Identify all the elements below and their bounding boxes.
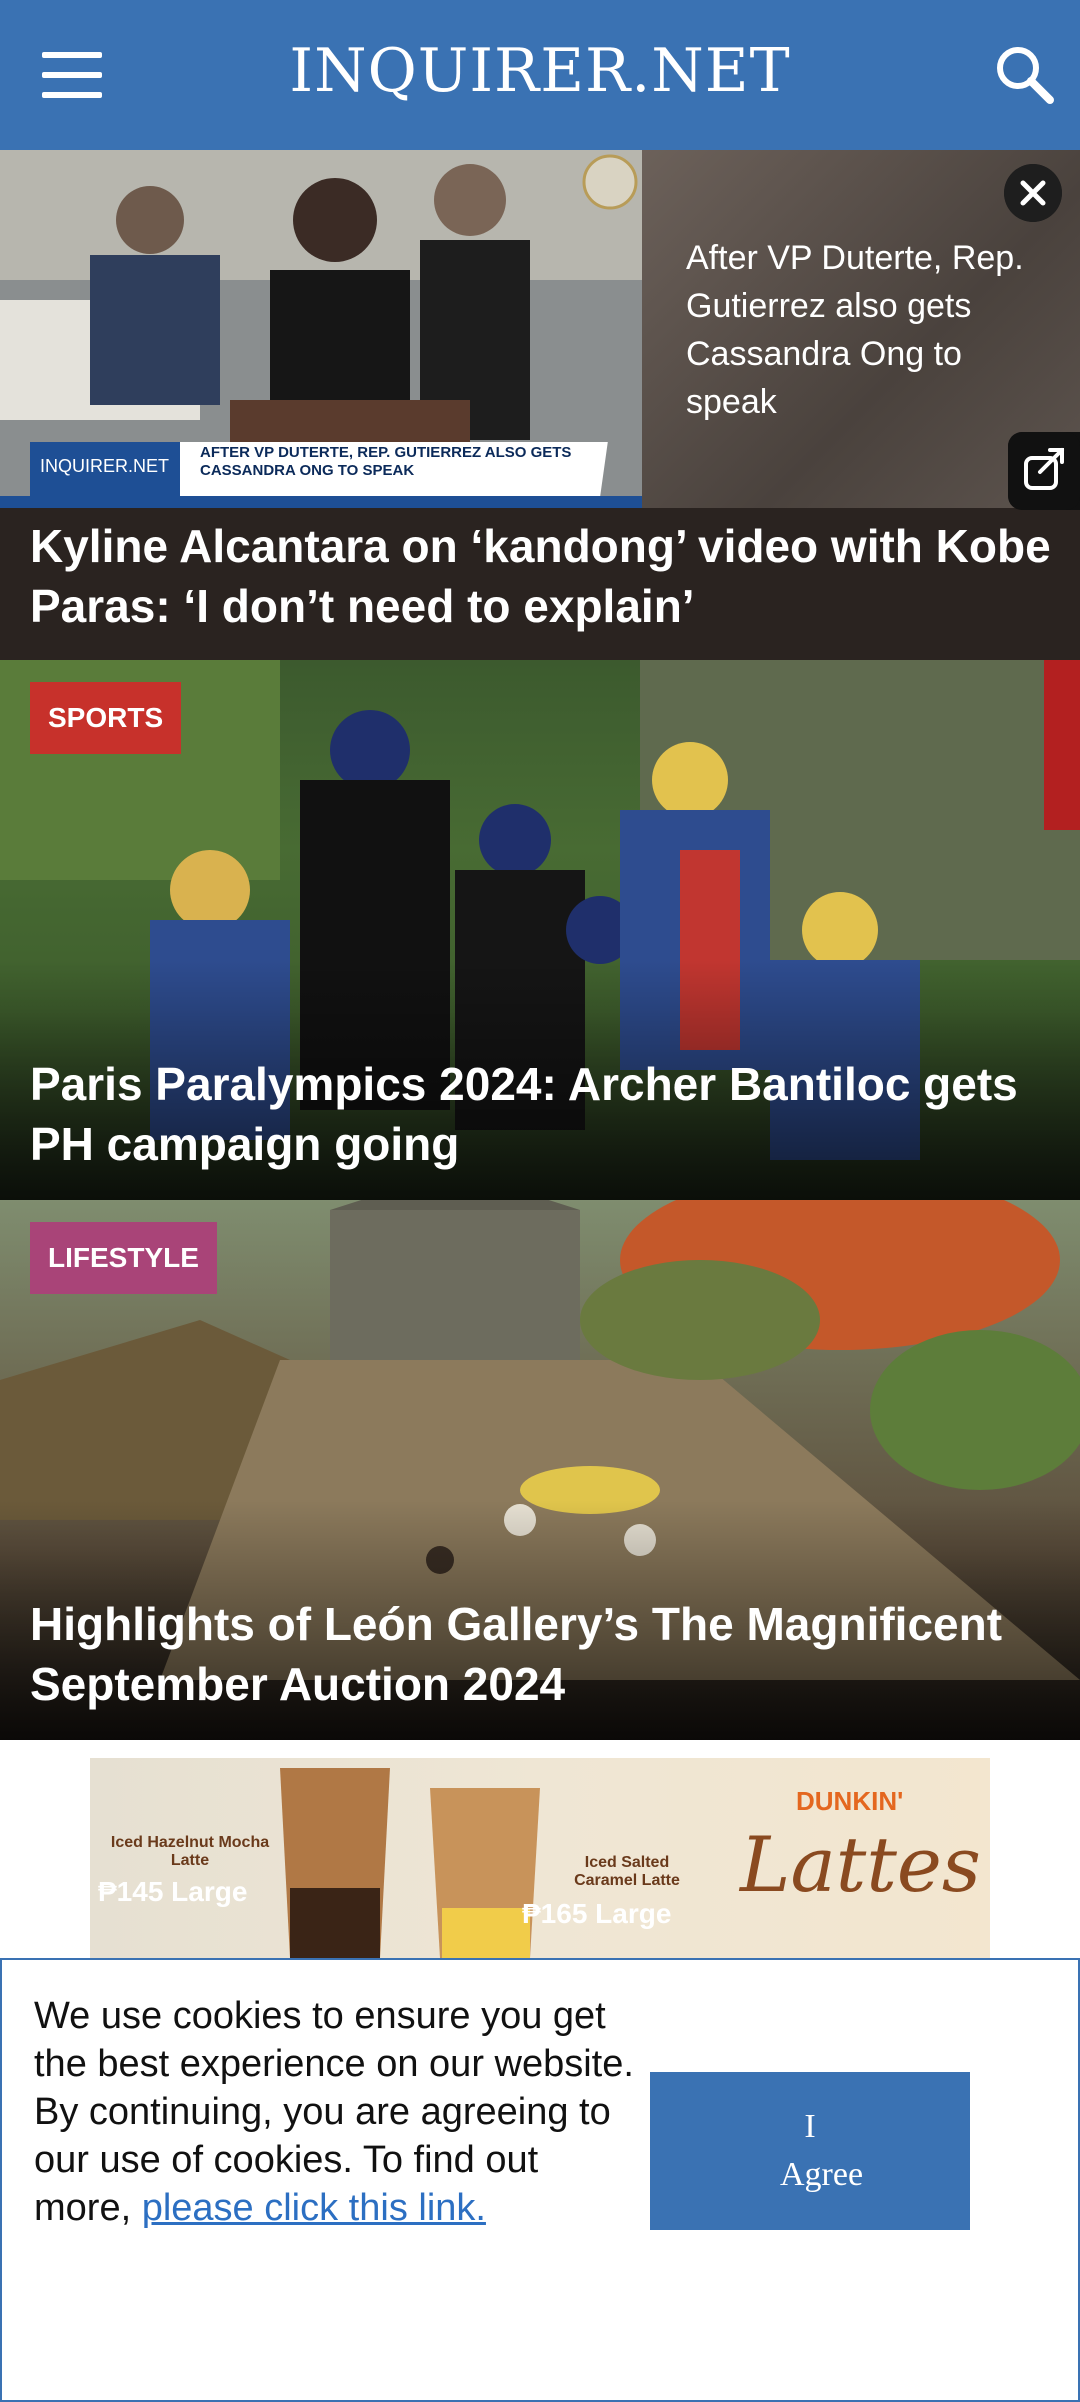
- category-badge-sports[interactable]: SPORTS: [30, 682, 182, 754]
- story-card-sports[interactable]: SPORTS Paris Paralympics 2024: Archer Ba…: [0, 660, 1080, 1200]
- ad-item2-name: Iced Salted Caramel Latte: [574, 1854, 680, 1889]
- agree-button-label: I Agree: [780, 2108, 864, 2193]
- video-player[interactable]: INQUIRER.NET AFTER VP DUTERTE, REP. GUTI…: [0, 150, 1080, 660]
- chyron-ticker: [0, 496, 642, 508]
- search-icon[interactable]: [990, 40, 1060, 110]
- top-header: INQUIRER.NET: [0, 0, 1080, 150]
- close-icon[interactable]: [1004, 164, 1062, 222]
- ad-item2-price: ₱165 Large: [522, 1898, 672, 1929]
- ad-item1-price: ₱145 Large: [98, 1876, 248, 1907]
- chyron-logo: INQUIRER.NET: [40, 456, 170, 476]
- chyron-headline: AFTER VP DUTERTE, REP. GUTIERREZ ALSO GE…: [200, 444, 572, 479]
- category-badge-lifestyle[interactable]: LIFESTYLE: [30, 1222, 217, 1294]
- ad-product-script: Lattes: [740, 1820, 981, 1909]
- story-card-lifestyle[interactable]: LIFESTYLE Highlights of León Gallery’s T…: [0, 1200, 1080, 1740]
- cookie-consent-banner: We use cookies to ensure you get the bes…: [0, 1958, 1080, 2402]
- cookie-message: We use cookies to ensure you get the bes…: [34, 1992, 634, 2232]
- story-title[interactable]: Paris Paralympics 2024: Archer Bantiloc …: [30, 1054, 1050, 1174]
- video-caption[interactable]: After VP Duterte, Rep. Gutierrez also ge…: [686, 234, 1046, 426]
- story-title[interactable]: Kyline Alcantara on ‘kandong’ video with…: [30, 516, 1060, 636]
- story-title[interactable]: Highlights of León Gallery’s The Magnifi…: [30, 1594, 1050, 1714]
- agree-button[interactable]: I Agree: [650, 2072, 970, 2230]
- external-share-icon[interactable]: [1008, 432, 1080, 510]
- ad-item1-name: Iced Hazelnut Mocha Latte: [110, 1834, 270, 1869]
- site-logo[interactable]: INQUIRER.NET: [0, 36, 1080, 106]
- cookie-policy-link[interactable]: please click this link.: [142, 2187, 486, 2229]
- ad-brand: DUNKIN': [796, 1786, 904, 1816]
- dunkin-ad-banner[interactable]: Iced Hazelnut Mocha Latte ₱145 Large Ice…: [90, 1758, 990, 1958]
